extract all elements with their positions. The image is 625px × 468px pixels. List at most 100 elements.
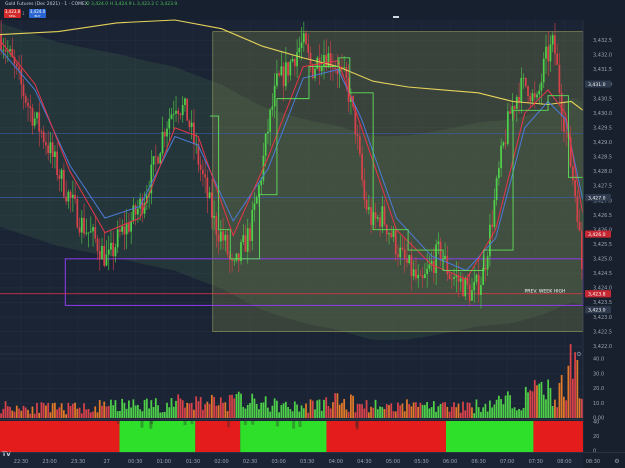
candle-body — [560, 92, 563, 117]
price-tick-label: 3,423.0 — [593, 315, 612, 321]
volume-bar — [177, 394, 180, 418]
volume-bar — [320, 410, 323, 418]
volume-bar — [251, 393, 254, 418]
volume-bar — [78, 407, 81, 418]
volume-bar — [358, 403, 361, 418]
candle-body — [356, 134, 359, 137]
candle-body — [428, 264, 431, 269]
prev-week-high-label: PREV. WEEK HIGH — [525, 288, 566, 294]
volume-bar — [291, 411, 294, 418]
volume-bar — [276, 400, 278, 418]
price-tick-label: 3,422.5 — [593, 329, 612, 335]
candle-body — [365, 199, 368, 210]
trading-chart[interactable]: PREV. WEEK HIGH 3,432.5 3,432.0 3,431.5 3,4… — [0, 0, 625, 468]
candle-body — [224, 234, 227, 241]
volume-bar — [383, 409, 386, 418]
volume-bar — [242, 406, 245, 418]
volume-bar — [4, 401, 7, 418]
candle-body — [67, 191, 70, 202]
price-tag-label: 3,423.8 — [588, 291, 606, 297]
volume-bar — [195, 396, 198, 418]
candle-body — [51, 142, 54, 158]
trend-notch — [292, 421, 296, 429]
volume-bar — [222, 402, 224, 418]
volume-bar — [193, 409, 195, 418]
candle-body — [419, 274, 422, 276]
volume-bar — [435, 411, 437, 418]
volume-bar — [305, 403, 307, 418]
time-tick-label: 02:30 — [243, 459, 257, 465]
candle-body — [276, 73, 278, 86]
volume-bar — [29, 413, 32, 418]
trend-notch — [140, 421, 144, 428]
candle-body — [421, 275, 424, 278]
volume-bar — [549, 387, 552, 418]
candle-body — [92, 227, 94, 232]
volume-bar — [529, 390, 532, 418]
volume-bar — [6, 406, 9, 418]
candle-body — [376, 217, 379, 219]
candle-body — [383, 206, 386, 225]
volume-bar — [571, 378, 574, 418]
volume-bar — [482, 407, 485, 418]
volume-bar — [42, 403, 45, 418]
candle-body — [139, 198, 141, 209]
volume-bar — [58, 407, 61, 418]
price-tick-label: 3,431.5 — [593, 67, 612, 73]
candle-body — [204, 174, 206, 178]
price-tick-label: 3,430.0 — [593, 111, 612, 117]
volume-bar — [49, 412, 52, 418]
volume-bar — [302, 408, 305, 418]
volume-bar — [197, 401, 200, 418]
volume-bar — [154, 398, 157, 418]
volume-bar — [392, 411, 395, 418]
time-tick-label: 02:00 — [214, 459, 228, 465]
volume-tick-label: 20.0 — [593, 386, 604, 392]
volume-bar — [179, 398, 182, 418]
candle-body — [240, 242, 242, 262]
volume-bar — [406, 399, 408, 418]
volume-bar — [172, 406, 175, 418]
candle-body — [500, 145, 502, 169]
candle-body — [76, 199, 79, 228]
volume-bar — [401, 403, 404, 418]
settings-icon[interactable]: ⚙ — [576, 351, 581, 358]
volume-bar — [136, 404, 139, 418]
price-tag-label: 3,423.0 — [588, 307, 606, 313]
candle-body — [83, 217, 85, 234]
candle-body — [170, 114, 173, 119]
volume-bar — [453, 402, 455, 418]
candle-body — [491, 224, 494, 227]
volume-bar — [323, 399, 325, 418]
candle-body — [112, 242, 115, 257]
candle-body — [166, 128, 168, 137]
price-tick-label: 3,425.5 — [593, 242, 612, 248]
volume-bar — [262, 402, 265, 418]
volume-bar — [11, 410, 14, 418]
volume-bar — [240, 393, 242, 418]
candle-body — [215, 216, 218, 235]
volume-bar — [40, 402, 43, 418]
volume-bar — [426, 402, 428, 418]
volume-bar — [576, 360, 579, 418]
trend-segment — [445, 421, 534, 452]
candle-body — [49, 142, 52, 154]
volume-bar — [175, 400, 177, 418]
volume-bar — [105, 406, 108, 418]
time-axis-settings-icon[interactable]: ⚙ — [614, 458, 619, 465]
price-tick-label: 3,432.5 — [593, 38, 612, 44]
trend-notch — [183, 421, 187, 426]
candle-body — [280, 66, 283, 76]
candle-body — [87, 232, 90, 234]
candle-body — [157, 157, 159, 164]
volume-bar — [354, 412, 357, 418]
volume-bar — [444, 402, 446, 418]
candle-body — [186, 98, 189, 121]
volume-bar — [437, 406, 440, 418]
volume-bar — [500, 399, 502, 418]
volume-bar — [558, 382, 561, 418]
volume-bar — [376, 409, 379, 418]
volume-bar — [370, 406, 372, 418]
candle-body — [480, 285, 482, 296]
candle-body — [444, 255, 446, 260]
